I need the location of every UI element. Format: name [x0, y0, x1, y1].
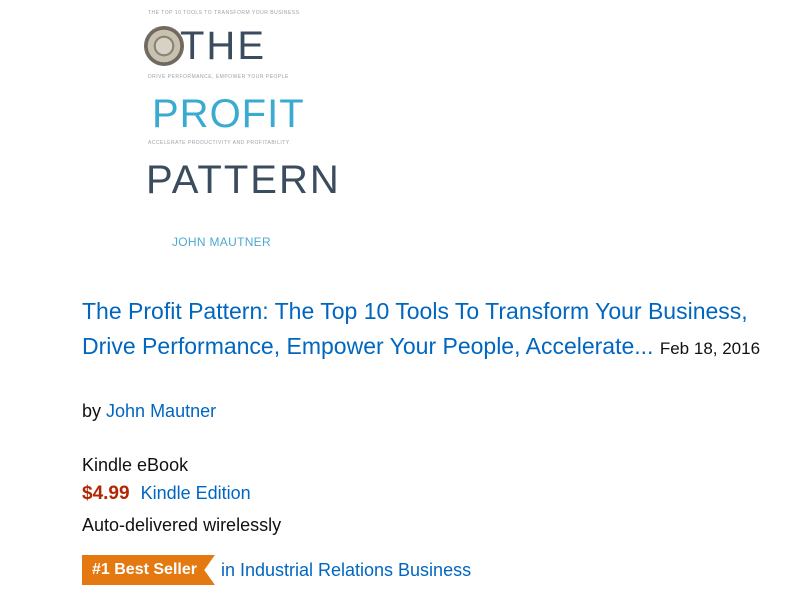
- best-seller-badge: #1 Best Seller: [82, 555, 215, 585]
- publish-date: Feb 18, 2016: [659, 339, 761, 358]
- cover-word-profit: PROFIT: [152, 92, 305, 136]
- cover-tagline-top: THE TOP 10 TOOLS TO TRANSFORM YOUR BUSIN…: [148, 10, 300, 16]
- cover-the-row: THE: [144, 26, 266, 66]
- cover-tagline-low: ACCELERATE PRODUCTIVITY AND PROFITABILIT…: [148, 140, 290, 146]
- byline-prefix: by: [82, 401, 102, 421]
- book-cover-image[interactable]: THE TOP 10 TOOLS TO TRANSFORM YOUR BUSIN…: [136, 0, 339, 262]
- cover-author: JOHN MAUTNER: [172, 235, 271, 249]
- product-title-block: The Profit Pattern: The Top 10 Tools To …: [82, 294, 772, 366]
- best-seller-row: #1 Best Seller in Industrial Relations B…: [82, 555, 471, 585]
- format-label: Kindle eBook: [82, 455, 189, 475]
- price-row: $4.99 Kindle Edition: [82, 483, 251, 505]
- cover-word-the: THE: [180, 24, 266, 68]
- seal-icon: [144, 26, 184, 66]
- cover-tagline-mid: DRIVE PERFORMANCE, EMPOWER YOUR PEOPLE: [148, 74, 289, 80]
- edition-link[interactable]: Kindle Edition: [141, 483, 251, 503]
- product-title-link[interactable]: The Profit Pattern: The Top 10 Tools To …: [82, 298, 748, 359]
- cover-word-pattern: PATTERN: [146, 158, 341, 202]
- price[interactable]: $4.99: [82, 483, 130, 504]
- delivery-note: Auto-delivered wirelessly: [82, 515, 282, 535]
- byline: by John Mautner: [82, 401, 216, 422]
- author-link[interactable]: John Mautner: [106, 401, 216, 421]
- best-seller-category-link[interactable]: in Industrial Relations Business: [221, 560, 471, 581]
